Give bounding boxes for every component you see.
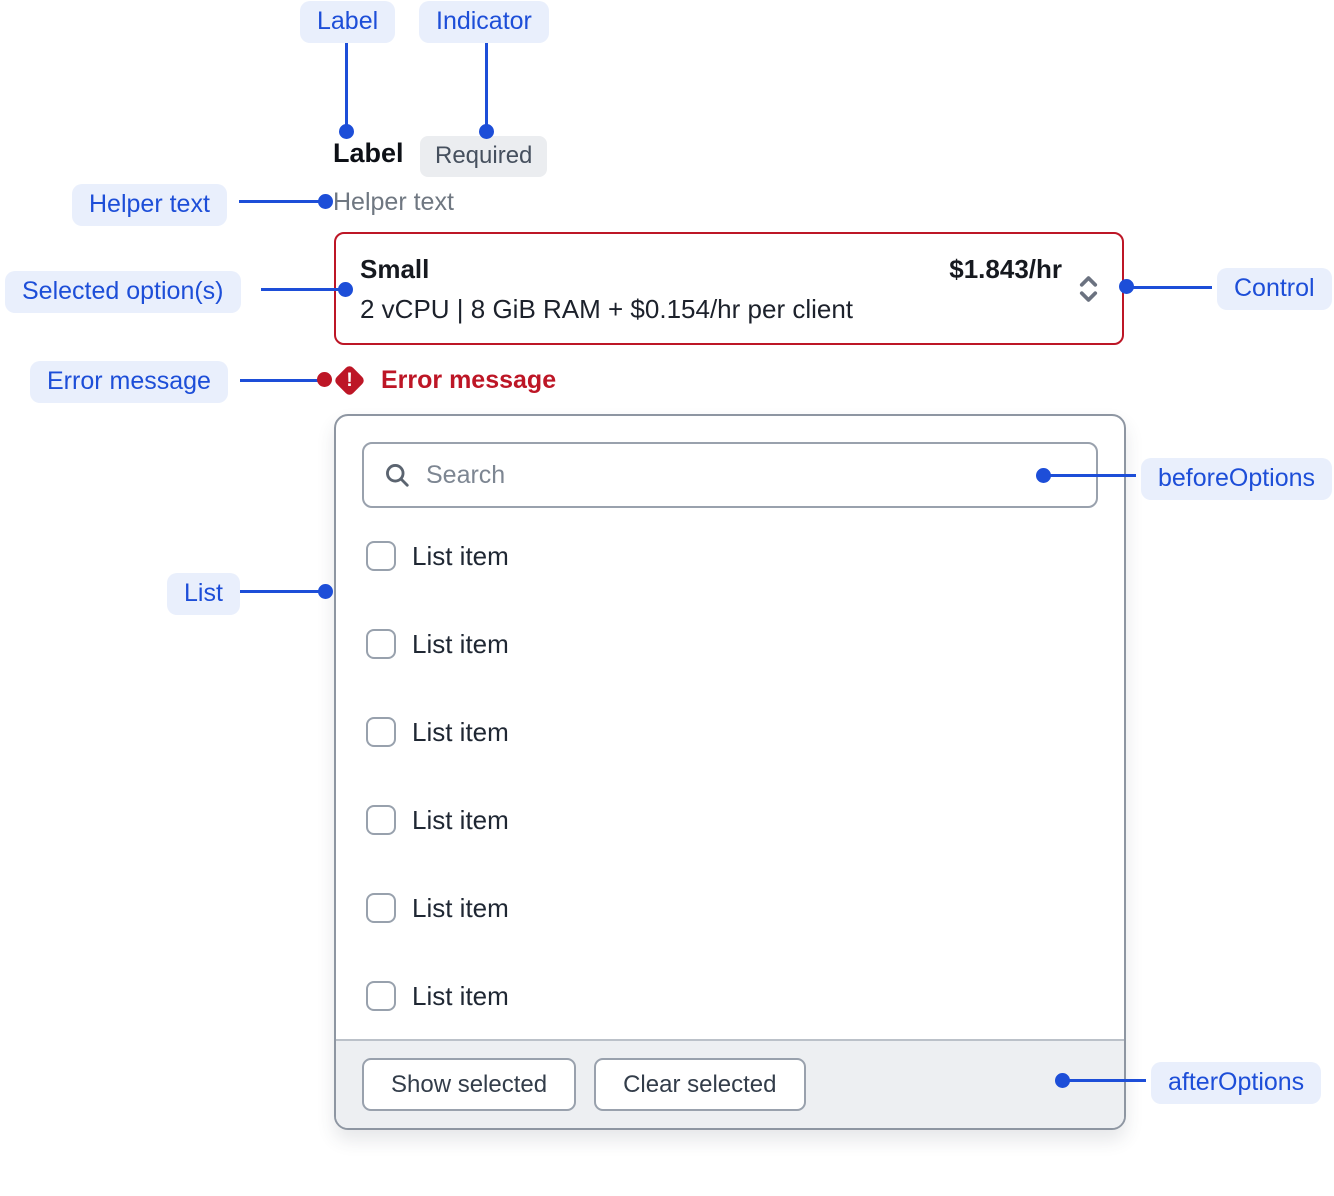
selected-option-description: 2 vCPU | 8 GiB RAM + $0.154/hr per clien… xyxy=(360,289,949,329)
clear-selected-button[interactable]: Clear selected xyxy=(594,1058,805,1111)
connector-dot xyxy=(1055,1073,1070,1088)
checkbox-icon[interactable] xyxy=(366,981,396,1011)
list-item[interactable]: List item xyxy=(336,776,1124,864)
select-control[interactable]: Small 2 vCPU | 8 GiB RAM + $0.154/hr per… xyxy=(334,232,1124,345)
error-message-row: ! Error message xyxy=(333,364,556,397)
selected-option: Small 2 vCPU | 8 GiB RAM + $0.154/hr per… xyxy=(360,249,949,328)
connector-dot xyxy=(318,194,333,209)
connector-dot xyxy=(317,372,332,387)
list-item-label: List item xyxy=(412,981,509,1012)
checkbox-icon[interactable] xyxy=(366,629,396,659)
select-chevron-up-down-icon xyxy=(1075,273,1102,305)
list-item-label: List item xyxy=(412,629,509,660)
connector-dot xyxy=(338,282,353,297)
dropdown-footer: Show selected Clear selected xyxy=(336,1039,1124,1128)
connector-line xyxy=(238,590,326,593)
connector-line xyxy=(1044,474,1136,477)
search-input[interactable] xyxy=(426,461,1076,490)
connector-dot xyxy=(1036,468,1051,483)
connector-line xyxy=(239,200,325,203)
callout-control: Control xyxy=(1217,268,1332,310)
connector-dot xyxy=(339,124,354,139)
connector-dot xyxy=(1119,279,1134,294)
list-item-label: List item xyxy=(412,893,509,924)
callout-before-options: beforeOptions xyxy=(1141,458,1332,500)
list-item-label: List item xyxy=(412,805,509,836)
list-item[interactable]: List item xyxy=(336,864,1124,952)
callout-helper-text: Helper text xyxy=(72,184,227,226)
connector-line xyxy=(345,40,348,131)
checkbox-icon[interactable] xyxy=(366,893,396,923)
connector-line xyxy=(1063,1079,1146,1082)
selectable-anatomy-diagram: Label Indicator Helper text Selected opt… xyxy=(0,0,1334,1196)
callout-selected-options: Selected option(s) xyxy=(5,271,241,313)
show-selected-button[interactable]: Show selected xyxy=(362,1058,576,1111)
checkbox-icon[interactable] xyxy=(366,541,396,571)
callout-after-options: afterOptions xyxy=(1151,1062,1321,1104)
options-list: List item List item List item List item … xyxy=(336,512,1124,1040)
checkbox-icon[interactable] xyxy=(366,805,396,835)
error-message-text: Error message xyxy=(381,366,556,395)
field-label: Label xyxy=(333,138,404,169)
connector-line xyxy=(261,288,346,291)
list-item[interactable]: List item xyxy=(336,688,1124,776)
required-indicator-badge: Required xyxy=(420,136,547,177)
selected-option-price: $1.843/hr xyxy=(949,249,1062,289)
list-item-label: List item xyxy=(412,717,509,748)
connector-line xyxy=(1127,286,1212,289)
connector-dot xyxy=(318,584,333,599)
connector-dot xyxy=(479,124,494,139)
selected-option-title: Small xyxy=(360,249,949,289)
callout-indicator: Indicator xyxy=(419,1,549,43)
search-box[interactable] xyxy=(362,442,1098,508)
helper-text: Helper text xyxy=(333,188,454,217)
list-item[interactable]: List item xyxy=(336,512,1124,600)
connector-line xyxy=(485,40,488,131)
search-icon xyxy=(384,462,411,489)
checkbox-icon[interactable] xyxy=(366,717,396,747)
callout-error-message: Error message xyxy=(30,361,228,403)
error-alert-icon: ! xyxy=(333,364,366,397)
callout-label: Label xyxy=(300,1,395,43)
list-item-label: List item xyxy=(412,541,509,572)
connector-line xyxy=(240,379,325,382)
list-item[interactable]: List item xyxy=(336,600,1124,688)
callout-list: List xyxy=(167,573,240,615)
list-item[interactable]: List item xyxy=(336,952,1124,1040)
dropdown-panel: List item List item List item List item … xyxy=(334,414,1126,1130)
